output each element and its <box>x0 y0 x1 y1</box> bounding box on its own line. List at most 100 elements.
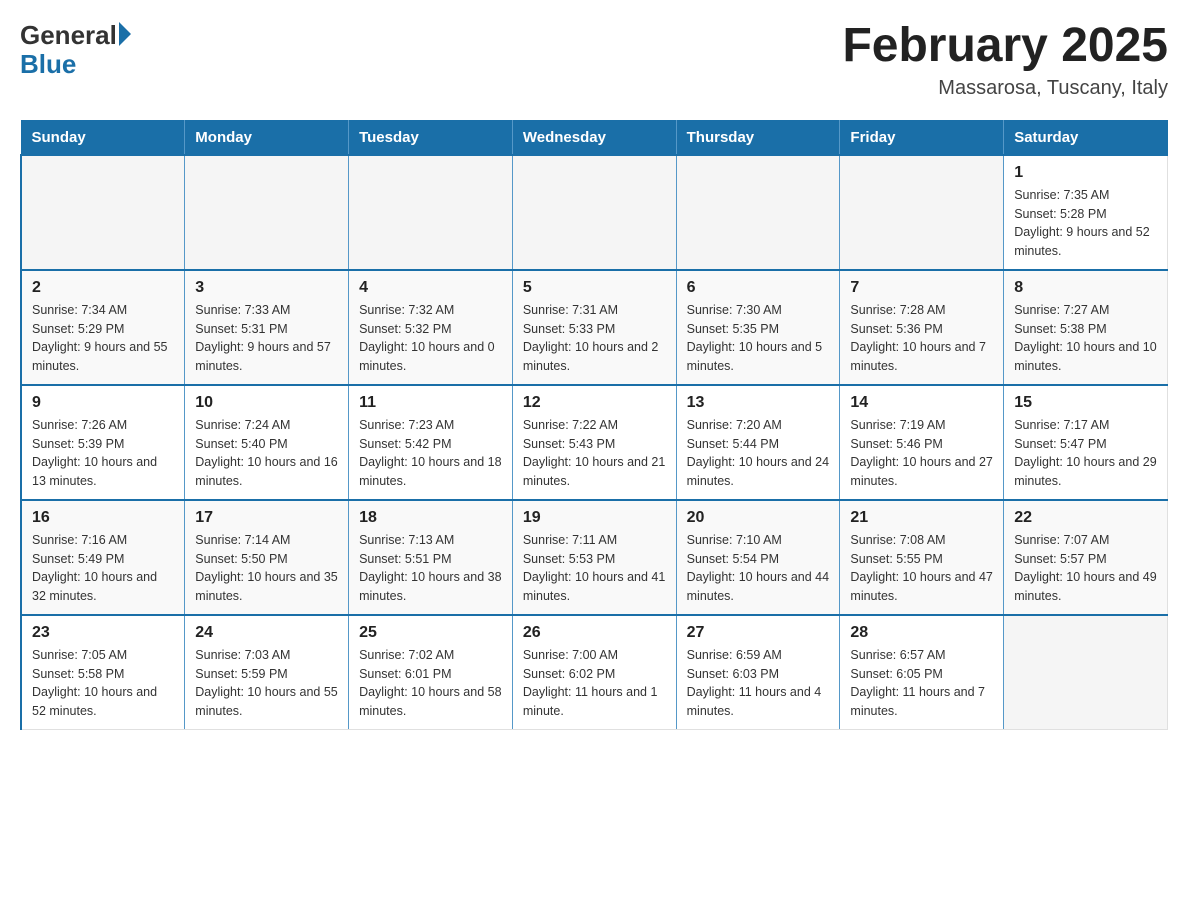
calendar-table: SundayMondayTuesdayWednesdayThursdayFrid… <box>20 120 1168 730</box>
calendar-cell: 12 Sunrise: 7:22 AM Sunset: 5:43 PM Dayli… <box>512 385 676 500</box>
day-info: Sunrise: 7:05 AM Sunset: 5:58 PM Dayligh… <box>32 646 174 721</box>
header-cell-saturday: Saturday <box>1004 120 1168 155</box>
calendar-cell: 4Sunrise: 7:32 AM Sunset: 5:32 PM Daylig… <box>349 270 513 385</box>
header-cell-thursday: Thursday <box>676 120 840 155</box>
calendar-cell: 24 Sunrise: 7:03 AM Sunset: 5:59 PM Dayli… <box>185 615 349 730</box>
day-number: 24 <box>195 624 338 642</box>
calendar-cell: 11 Sunrise: 7:23 AM Sunset: 5:42 PM Dayli… <box>349 385 513 500</box>
day-number: 9 <box>32 394 174 412</box>
calendar-cell: 15 Sunrise: 7:17 AM Sunset: 5:47 PM Dayli… <box>1004 385 1168 500</box>
calendar-cell: 1Sunrise: 7:35 AM Sunset: 5:28 PM Daylig… <box>1004 155 1168 270</box>
day-info: Sunrise: 7:00 AM Sunset: 6:02 PM Dayligh… <box>523 646 666 721</box>
calendar-cell: 21Sunrise: 7:08 AM Sunset: 5:55 PM Dayli… <box>840 500 1004 615</box>
calendar-cell <box>676 155 840 270</box>
day-number: 27 <box>687 624 830 642</box>
logo-general-text: General <box>20 20 117 51</box>
calendar-cell: 23 Sunrise: 7:05 AM Sunset: 5:58 PM Dayli… <box>21 615 185 730</box>
logo-arrow-icon <box>119 22 131 46</box>
day-info: Sunrise: 7:16 AM Sunset: 5:49 PM Dayligh… <box>32 531 174 606</box>
day-info: Sunrise: 7:14 AM Sunset: 5:50 PM Dayligh… <box>195 531 338 606</box>
day-number: 11 <box>359 394 502 412</box>
day-info: Sunrise: 6:57 AM Sunset: 6:05 PM Dayligh… <box>850 646 993 721</box>
day-info: Sunrise: 7:28 AM Sunset: 5:36 PM Dayligh… <box>850 301 993 376</box>
day-info: Sunrise: 7:23 AM Sunset: 5:42 PM Dayligh… <box>359 416 502 491</box>
title-block: February 2025 Massarosa, Tuscany, Italy <box>842 20 1168 100</box>
calendar-cell <box>21 155 185 270</box>
day-number: 6 <box>687 279 830 297</box>
calendar-cell <box>185 155 349 270</box>
day-number: 18 <box>359 509 502 527</box>
day-number: 23 <box>32 624 174 642</box>
page-subtitle: Massarosa, Tuscany, Italy <box>938 77 1168 100</box>
calendar-cell <box>840 155 1004 270</box>
header-cell-wednesday: Wednesday <box>512 120 676 155</box>
day-number: 10 <box>195 394 338 412</box>
calendar-cell: 5Sunrise: 7:31 AM Sunset: 5:33 PM Daylig… <box>512 270 676 385</box>
day-info: Sunrise: 7:26 AM Sunset: 5:39 PM Dayligh… <box>32 416 174 491</box>
calendar-cell: 10Sunrise: 7:24 AM Sunset: 5:40 PM Dayli… <box>185 385 349 500</box>
day-number: 1 <box>1014 164 1157 182</box>
calendar-cell: 6 Sunrise: 7:30 AM Sunset: 5:35 PM Daylig… <box>676 270 840 385</box>
calendar-cell: 20Sunrise: 7:10 AM Sunset: 5:54 PM Dayli… <box>676 500 840 615</box>
calendar-cell: 13 Sunrise: 7:20 AM Sunset: 5:44 PM Dayli… <box>676 385 840 500</box>
calendar-week-4: 23 Sunrise: 7:05 AM Sunset: 5:58 PM Dayli… <box>21 615 1168 730</box>
day-number: 7 <box>850 279 993 297</box>
day-number: 13 <box>687 394 830 412</box>
day-number: 22 <box>1014 509 1157 527</box>
calendar-cell <box>1004 615 1168 730</box>
header-cell-monday: Monday <box>185 120 349 155</box>
header-row: SundayMondayTuesdayWednesdayThursdayFrid… <box>21 120 1168 155</box>
day-info: Sunrise: 7:33 AM Sunset: 5:31 PM Dayligh… <box>195 301 338 376</box>
day-number: 12 <box>523 394 666 412</box>
day-number: 26 <box>523 624 666 642</box>
header-cell-sunday: Sunday <box>21 120 185 155</box>
calendar-cell <box>349 155 513 270</box>
day-number: 15 <box>1014 394 1157 412</box>
day-number: 2 <box>32 279 174 297</box>
calendar-week-1: 2 Sunrise: 7:34 AM Sunset: 5:29 PM Daylig… <box>21 270 1168 385</box>
calendar-cell: 7 Sunrise: 7:28 AM Sunset: 5:36 PM Daylig… <box>840 270 1004 385</box>
calendar-cell: 28Sunrise: 6:57 AM Sunset: 6:05 PM Dayli… <box>840 615 1004 730</box>
day-info: Sunrise: 7:34 AM Sunset: 5:29 PM Dayligh… <box>32 301 174 376</box>
day-number: 5 <box>523 279 666 297</box>
page-title: February 2025 <box>842 20 1168 73</box>
calendar-cell: 19 Sunrise: 7:11 AM Sunset: 5:53 PM Dayli… <box>512 500 676 615</box>
day-info: Sunrise: 7:02 AM Sunset: 6:01 PM Dayligh… <box>359 646 502 721</box>
day-info: Sunrise: 7:19 AM Sunset: 5:46 PM Dayligh… <box>850 416 993 491</box>
day-info: Sunrise: 7:11 AM Sunset: 5:53 PM Dayligh… <box>523 531 666 606</box>
calendar-cell <box>512 155 676 270</box>
logo: General Blue <box>20 20 131 80</box>
day-number: 20 <box>687 509 830 527</box>
calendar-week-2: 9 Sunrise: 7:26 AM Sunset: 5:39 PM Daylig… <box>21 385 1168 500</box>
day-info: Sunrise: 6:59 AM Sunset: 6:03 PM Dayligh… <box>687 646 830 721</box>
day-info: Sunrise: 7:30 AM Sunset: 5:35 PM Dayligh… <box>687 301 830 376</box>
calendar-header: SundayMondayTuesdayWednesdayThursdayFrid… <box>21 120 1168 155</box>
calendar-cell: 22 Sunrise: 7:07 AM Sunset: 5:57 PM Dayli… <box>1004 500 1168 615</box>
day-number: 19 <box>523 509 666 527</box>
calendar-cell: 14Sunrise: 7:19 AM Sunset: 5:46 PM Dayli… <box>840 385 1004 500</box>
day-info: Sunrise: 7:32 AM Sunset: 5:32 PM Dayligh… <box>359 301 502 376</box>
day-info: Sunrise: 7:20 AM Sunset: 5:44 PM Dayligh… <box>687 416 830 491</box>
day-number: 17 <box>195 509 338 527</box>
day-number: 25 <box>359 624 502 642</box>
logo-blue-text: Blue <box>20 49 131 80</box>
calendar-cell: 16 Sunrise: 7:16 AM Sunset: 5:49 PM Dayli… <box>21 500 185 615</box>
calendar-week-3: 16 Sunrise: 7:16 AM Sunset: 5:49 PM Dayli… <box>21 500 1168 615</box>
day-info: Sunrise: 7:07 AM Sunset: 5:57 PM Dayligh… <box>1014 531 1157 606</box>
calendar-cell: 27 Sunrise: 6:59 AM Sunset: 6:03 PM Dayli… <box>676 615 840 730</box>
calendar-week-0: 1Sunrise: 7:35 AM Sunset: 5:28 PM Daylig… <box>21 155 1168 270</box>
calendar-cell: 26 Sunrise: 7:00 AM Sunset: 6:02 PM Dayli… <box>512 615 676 730</box>
day-info: Sunrise: 7:22 AM Sunset: 5:43 PM Dayligh… <box>523 416 666 491</box>
header-cell-tuesday: Tuesday <box>349 120 513 155</box>
calendar-cell: 18Sunrise: 7:13 AM Sunset: 5:51 PM Dayli… <box>349 500 513 615</box>
day-number: 16 <box>32 509 174 527</box>
day-info: Sunrise: 7:03 AM Sunset: 5:59 PM Dayligh… <box>195 646 338 721</box>
calendar-cell: 17 Sunrise: 7:14 AM Sunset: 5:50 PM Dayli… <box>185 500 349 615</box>
header-cell-friday: Friday <box>840 120 1004 155</box>
calendar-body: 1Sunrise: 7:35 AM Sunset: 5:28 PM Daylig… <box>21 155 1168 730</box>
calendar-cell: 25 Sunrise: 7:02 AM Sunset: 6:01 PM Dayli… <box>349 615 513 730</box>
calendar-cell: 9 Sunrise: 7:26 AM Sunset: 5:39 PM Daylig… <box>21 385 185 500</box>
day-info: Sunrise: 7:17 AM Sunset: 5:47 PM Dayligh… <box>1014 416 1157 491</box>
calendar-cell: 3Sunrise: 7:33 AM Sunset: 5:31 PM Daylig… <box>185 270 349 385</box>
calendar-cell: 2 Sunrise: 7:34 AM Sunset: 5:29 PM Daylig… <box>21 270 185 385</box>
